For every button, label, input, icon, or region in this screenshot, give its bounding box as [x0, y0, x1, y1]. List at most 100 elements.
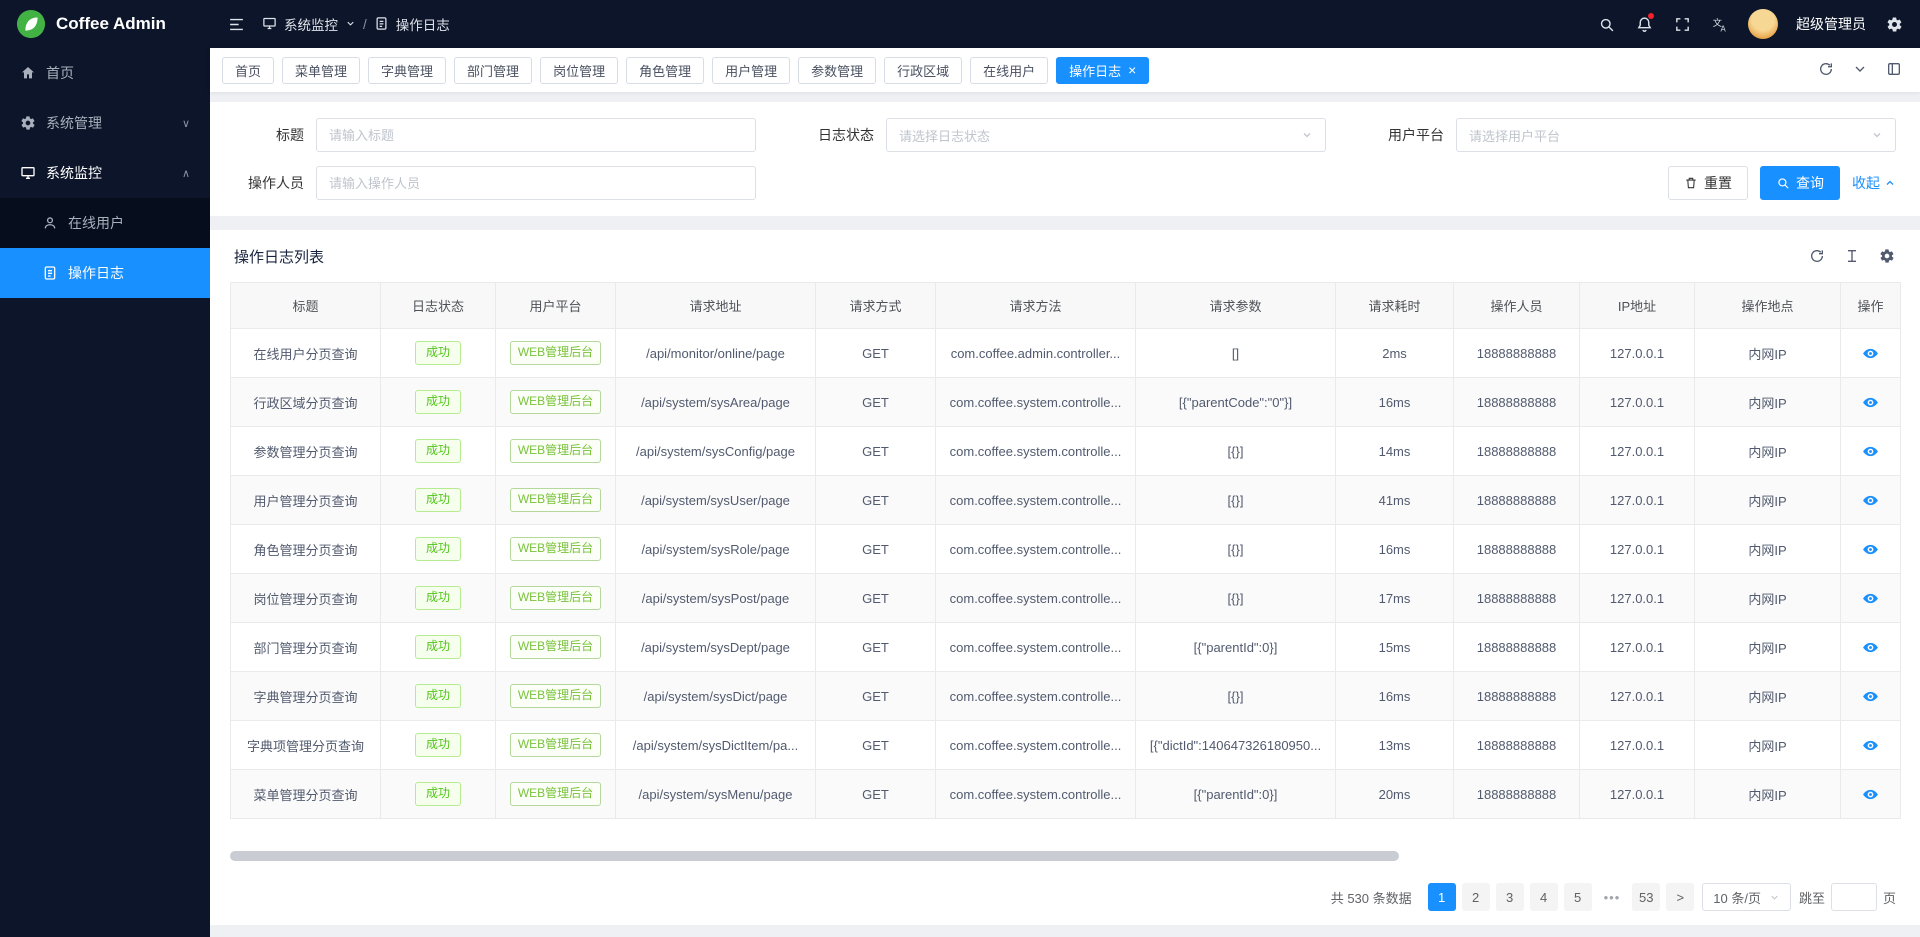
view-detail-icon[interactable]: [1862, 492, 1879, 509]
collapse-filters-label: 收起: [1852, 173, 1880, 193]
cell-method: GET: [816, 329, 936, 378]
page-size-select[interactable]: 10 条/页: [1702, 883, 1791, 911]
tab-oplog[interactable]: 操作日志×: [1056, 57, 1149, 84]
cell-location: 内网IP: [1695, 329, 1841, 378]
tab-role[interactable]: 角色管理: [626, 57, 704, 84]
settings-gear-icon[interactable]: [1884, 14, 1904, 34]
view-detail-icon[interactable]: [1862, 688, 1879, 705]
sidebar-item-system-monitor[interactable]: 系统监控 ∧: [0, 148, 210, 198]
platform-badge: WEB管理后台: [510, 537, 601, 561]
cell-function: com.coffee.system.controlle...: [936, 721, 1136, 770]
sidebar-item-online-users[interactable]: 在线用户: [0, 198, 210, 248]
breadcrumb-item: 操作日志: [396, 14, 450, 34]
sidebar-item-operation-log[interactable]: 操作日志: [0, 248, 210, 298]
horizontal-scrollbar-thumb[interactable]: [230, 851, 1399, 861]
tab-menu[interactable]: 菜单管理: [282, 57, 360, 84]
column-header: 用户平台: [496, 283, 616, 329]
table-row: 字典管理分页查询成功WEB管理后台/api/system/sysDict/pag…: [231, 672, 1901, 721]
chevron-down-icon: [1769, 892, 1780, 903]
sidebar-item-home[interactable]: 首页: [0, 48, 210, 98]
status-filter-select[interactable]: 请选择日志状态: [886, 118, 1326, 152]
cell-method: GET: [816, 378, 936, 427]
page-button-5[interactable]: 5: [1564, 883, 1592, 911]
table-density-icon[interactable]: [1844, 248, 1861, 265]
platform-badge: WEB管理后台: [510, 635, 601, 659]
table-row: 行政区域分页查询成功WEB管理后台/api/system/sysArea/pag…: [231, 378, 1901, 427]
cell-params: [{}]: [1136, 427, 1336, 476]
table-row: 参数管理分页查询成功WEB管理后台/api/system/sysConfig/p…: [231, 427, 1901, 476]
page-button-3[interactable]: 3: [1496, 883, 1524, 911]
column-header: 日志状态: [381, 283, 496, 329]
sidebar-collapse-icon[interactable]: [226, 14, 246, 34]
cell-platform: WEB管理后台: [496, 672, 616, 721]
jump-page-input[interactable]: [1831, 883, 1877, 911]
cell-function: com.coffee.system.controlle...: [936, 476, 1136, 525]
tab-dept[interactable]: 部门管理: [454, 57, 532, 84]
cell-ip: 127.0.0.1: [1580, 672, 1695, 721]
refresh-page-icon[interactable]: [1818, 61, 1836, 79]
logo-icon: [16, 9, 46, 39]
page-button-2[interactable]: 2: [1462, 883, 1490, 911]
breadcrumb-item[interactable]: 系统监控: [284, 14, 338, 34]
cell-ip: 127.0.0.1: [1580, 770, 1695, 819]
open-tabs: 首页菜单管理字典管理部门管理岗位管理角色管理用户管理参数管理行政区域在线用户操作…: [222, 57, 1808, 84]
cell-method: GET: [816, 574, 936, 623]
cell-ip: 127.0.0.1: [1580, 525, 1695, 574]
platform-filter-select[interactable]: 请选择用户平台: [1456, 118, 1896, 152]
status-badge: 成功: [415, 439, 461, 463]
table-settings-icon[interactable]: [1879, 248, 1896, 265]
notification-bell-icon[interactable]: [1634, 14, 1654, 34]
cell-params: [{"parentId":0}]: [1136, 770, 1336, 819]
title-filter-input[interactable]: [316, 118, 756, 152]
tab-area[interactable]: 行政区域: [884, 57, 962, 84]
search-icon[interactable]: [1596, 14, 1616, 34]
cell-location: 内网IP: [1695, 427, 1841, 476]
refresh-table-icon[interactable]: [1809, 248, 1826, 265]
cell-url: /api/monitor/online/page: [616, 329, 816, 378]
tab-dict[interactable]: 字典管理: [368, 57, 446, 84]
cell-platform: WEB管理后台: [496, 525, 616, 574]
gear-icon: [20, 115, 36, 131]
page-button-4[interactable]: 4: [1530, 883, 1558, 911]
table-row: 用户管理分页查询成功WEB管理后台/api/system/sysUser/pag…: [231, 476, 1901, 525]
tab-online[interactable]: 在线用户: [970, 57, 1048, 84]
filter-panel: 标题 日志状态 请选择日志状态 用户平台 请选择用户平台: [210, 102, 1920, 216]
query-button[interactable]: 查询: [1760, 166, 1840, 200]
view-detail-icon[interactable]: [1862, 639, 1879, 656]
tab-post[interactable]: 岗位管理: [540, 57, 618, 84]
cell-title: 部门管理分页查询: [231, 623, 381, 672]
sidebar-item-system-management[interactable]: 系统管理 ∨: [0, 98, 210, 148]
view-detail-icon[interactable]: [1862, 345, 1879, 362]
fullscreen-icon[interactable]: [1672, 14, 1692, 34]
tab-home[interactable]: 首页: [222, 57, 274, 84]
collapse-filters-link[interactable]: 收起: [1852, 173, 1896, 193]
cell-location: 内网IP: [1695, 525, 1841, 574]
view-detail-icon[interactable]: [1862, 590, 1879, 607]
cell-platform: WEB管理后台: [496, 721, 616, 770]
operator-filter-input[interactable]: [316, 166, 756, 200]
view-detail-icon[interactable]: [1862, 443, 1879, 460]
cell-status: 成功: [381, 378, 496, 427]
language-translate-icon[interactable]: 文A: [1710, 14, 1730, 34]
next-page-button[interactable]: >: [1666, 883, 1694, 911]
layout-toggle-icon[interactable]: [1886, 61, 1904, 79]
cell-params: [{"dictId":140647326180950...: [1136, 721, 1336, 770]
table-row: 菜单管理分页查询成功WEB管理后台/api/system/sysMenu/pag…: [231, 770, 1901, 819]
view-detail-icon[interactable]: [1862, 541, 1879, 558]
tab-close-icon[interactable]: ×: [1128, 63, 1136, 77]
reset-button[interactable]: 重置: [1668, 166, 1748, 200]
cell-actions: [1841, 770, 1901, 819]
tab-user[interactable]: 用户管理: [712, 57, 790, 84]
page-button-1[interactable]: 1: [1428, 883, 1456, 911]
tab-config[interactable]: 参数管理: [798, 57, 876, 84]
view-detail-icon[interactable]: [1862, 786, 1879, 803]
view-detail-icon[interactable]: [1862, 737, 1879, 754]
status-badge: 成功: [415, 782, 461, 806]
cell-location: 内网IP: [1695, 574, 1841, 623]
user-icon: [42, 215, 58, 231]
tabs-menu-chevron-icon[interactable]: [1852, 61, 1870, 79]
view-detail-icon[interactable]: [1862, 394, 1879, 411]
username[interactable]: 超级管理员: [1796, 14, 1866, 34]
avatar[interactable]: [1748, 9, 1778, 39]
page-button-53[interactable]: 53: [1632, 883, 1660, 911]
